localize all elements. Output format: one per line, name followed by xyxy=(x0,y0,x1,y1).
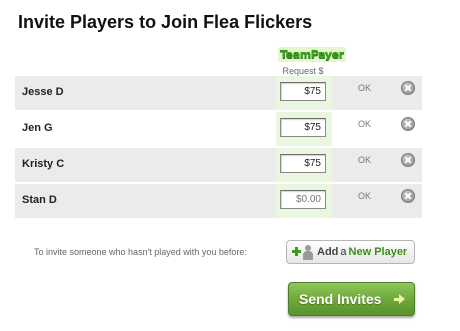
send-invites-label: Send Invites xyxy=(299,291,382,307)
status-ok: OK xyxy=(358,191,372,201)
request-column-label: Request $ xyxy=(282,66,324,76)
plus-icon xyxy=(292,247,301,256)
status-ok: OK xyxy=(358,83,372,93)
player-row: Jen G OK xyxy=(15,112,422,146)
invite-prompt: To invite someone who hasn't played with… xyxy=(34,247,247,257)
add-new-player-button[interactable]: Add a New Player xyxy=(286,240,415,264)
request-amount-input[interactable] xyxy=(280,190,326,209)
player-name: Jen G xyxy=(22,122,53,134)
arrow-right-icon xyxy=(394,294,405,305)
status-ok: OK xyxy=(358,155,372,165)
teampayer-header: TeamPayer Request $ xyxy=(278,45,346,76)
status-ok: OK xyxy=(358,119,372,129)
request-amount-input[interactable] xyxy=(280,154,326,173)
remove-player-icon[interactable] xyxy=(401,153,415,167)
remove-player-icon[interactable] xyxy=(401,189,415,203)
request-amount-input[interactable] xyxy=(280,82,326,101)
player-name: Stan D xyxy=(22,194,57,206)
remove-player-icon[interactable] xyxy=(401,117,415,131)
player-name: Jesse D xyxy=(22,86,64,98)
send-invites-button[interactable]: Send Invites xyxy=(288,282,415,316)
add-new-player-label: Add a New Player xyxy=(317,246,408,258)
player-row: Stan D OK xyxy=(15,184,422,218)
request-amount-input[interactable] xyxy=(280,118,326,137)
player-row: Jesse D OK xyxy=(15,76,422,110)
page-title: Invite Players to Join Flea Flickers xyxy=(18,12,313,32)
player-row: Kristy C OK xyxy=(15,148,422,182)
player-name: Kristy C xyxy=(22,158,65,170)
teampayer-logo: TeamPayer xyxy=(278,47,346,62)
remove-player-icon[interactable] xyxy=(401,81,415,95)
person-icon xyxy=(303,245,313,260)
